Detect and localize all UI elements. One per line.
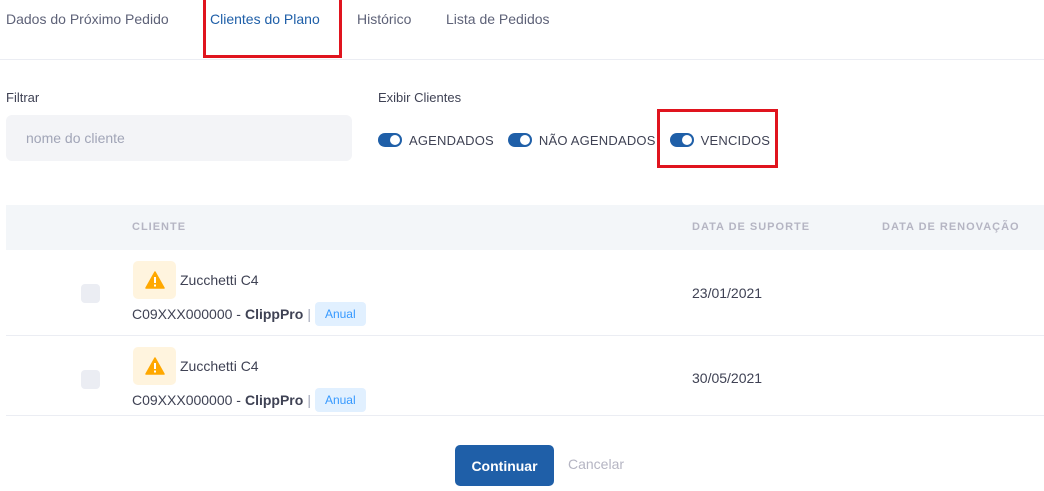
client-info: C09XXX000000 - ClippPro | Anual [132,388,366,412]
toggle-not-scheduled[interactable]: NÃO AGENDADOS [507,132,656,148]
separator: | [307,392,311,408]
filter-label: Filtrar [6,90,40,105]
warning-icon [133,261,176,299]
client-product: ClippPro [244,306,304,322]
column-header-client[interactable]: CLIENTE [132,221,186,233]
toggle-switch-icon[interactable] [507,133,532,147]
tab-plan-clients[interactable]: Clientes do Plano [210,11,320,27]
client-code: C09XXX000000 - [132,392,241,408]
toggle-scheduled-label: AGENDADOS [409,132,494,148]
toggle-scheduled[interactable]: AGENDADOS [378,133,494,148]
client-code: C09XXX000000 - [132,306,241,322]
continue-button[interactable]: Continuar [455,445,554,486]
client-name: Zucchetti C4 [180,272,259,288]
tab-order-list[interactable]: Lista de Pedidos [446,11,550,27]
cancel-button[interactable]: Cancelar [568,456,624,472]
client-product: ClippPro [244,392,304,408]
row-checkbox[interactable] [81,284,100,303]
client-info: C09XXX000000 - ClippPro | Anual [132,302,366,326]
toggle-expired[interactable]: VENCIDOS [669,132,771,148]
tab-history[interactable]: Histórico [357,11,411,27]
toggle-switch-icon[interactable] [378,133,402,147]
client-toggles: AGENDADOS NÃO AGENDADOS VENCIDOS [378,130,784,150]
table-row: Zucchetti C4 C09XXX000000 - ClippPro | A… [6,251,1044,336]
clients-table-header: CLIENTE DATA DE SUPORTE DATA DE RENOVAÇÃ… [6,205,1044,250]
toggle-switch-icon[interactable] [669,133,694,147]
toggle-not-scheduled-label: NÃO AGENDADOS [538,132,656,148]
support-date: 23/01/2021 [692,285,763,301]
client-name: Zucchetti C4 [180,358,259,374]
tab-next-order-data[interactable]: Dados do Próximo Pedido [6,11,169,27]
support-date: 30/05/2021 [692,370,763,386]
column-header-support-date[interactable]: DATA DE SUPORTE [692,221,810,233]
table-row: Zucchetti C4 C09XXX000000 - ClippPro | A… [6,337,1044,416]
column-header-renewal-date[interactable]: DATA DE RENOVAÇÃO [882,221,1020,233]
tab-bar: Dados do Próximo Pedido Clientes do Plan… [0,0,1044,60]
warning-icon [133,347,176,385]
show-clients-label: Exibir Clientes [378,90,462,105]
separator: | [307,306,311,322]
plan-badge: Anual [314,302,366,326]
plan-badge: Anual [314,388,366,412]
toggle-expired-label: VENCIDOS [700,132,771,148]
row-checkbox[interactable] [81,370,100,389]
client-name-search-input[interactable] [6,115,352,161]
